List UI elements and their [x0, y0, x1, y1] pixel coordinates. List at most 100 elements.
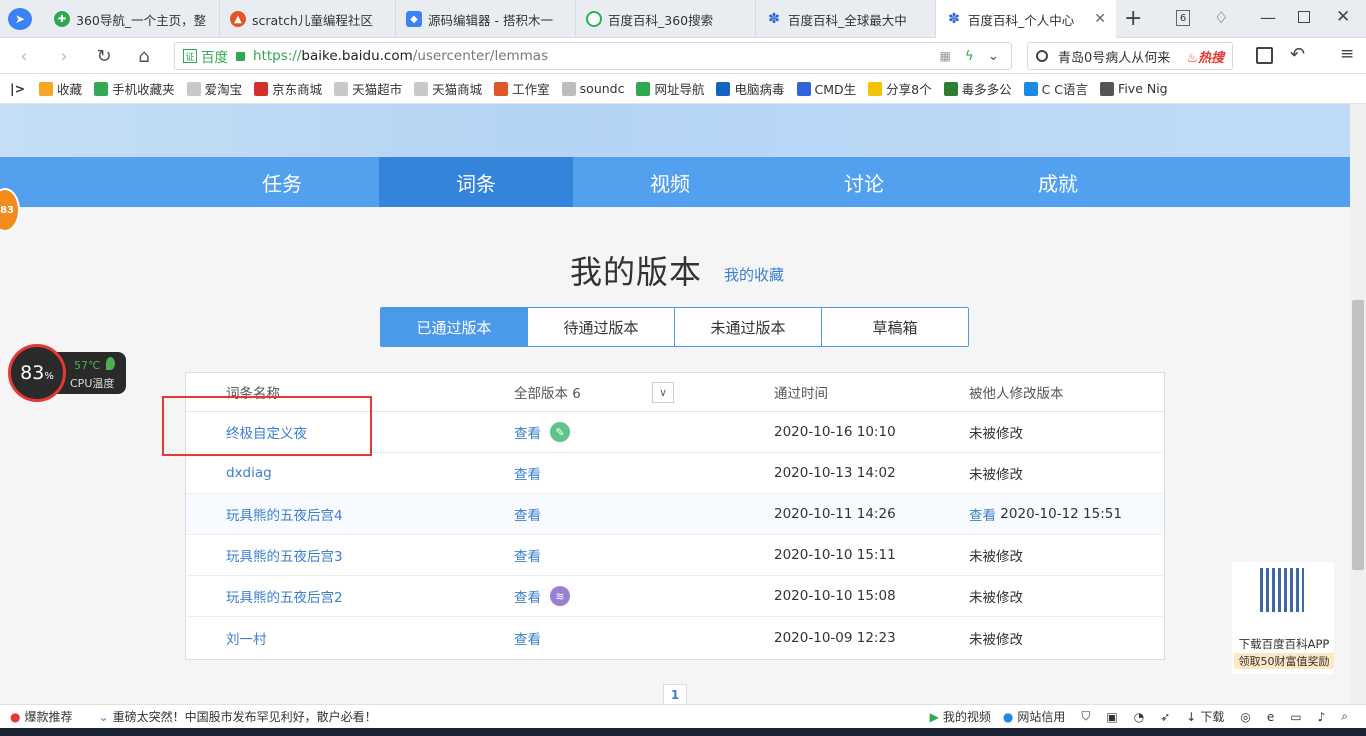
- view-link[interactable]: 查看: [514, 504, 541, 524]
- shirt-icon[interactable]: ♢: [1214, 8, 1228, 27]
- close-tab-icon[interactable]: ✕: [1094, 11, 1106, 27]
- address-bar[interactable]: 证 百度 https://baike.baidu.com/usercenter/…: [174, 42, 1012, 70]
- bookmark-item[interactable]: 收藏: [39, 79, 82, 98]
- lemma-name-link[interactable]: 玩具熊的五夜后宫3: [226, 535, 343, 575]
- tab-360search[interactable]: 百度百科_360搜索: [576, 0, 756, 38]
- browser-e-icon[interactable]: e: [1267, 710, 1274, 724]
- view-link[interactable]: 查看: [514, 628, 541, 648]
- bookmark-icon: [636, 81, 651, 96]
- site-trust-link[interactable]: 网站信用: [1017, 708, 1065, 725]
- menu-item-lemmas[interactable]: 词条: [379, 157, 573, 207]
- speed-icon[interactable]: ◔: [1134, 710, 1144, 724]
- windows-taskbar: [0, 728, 1366, 736]
- view-link[interactable]: 查看: [514, 586, 541, 606]
- lemma-name-link[interactable]: 玩具熊的五夜后宫2: [226, 576, 343, 616]
- menu-item-tasks[interactable]: 任务: [185, 157, 379, 207]
- bookmark-icon: [561, 81, 576, 96]
- my-video-link[interactable]: 我的视频: [943, 708, 991, 725]
- qr-text-download: 下载百度百科APP: [1238, 637, 1330, 651]
- bookmark-item[interactable]: CMD生: [796, 79, 856, 98]
- qr-code-icon[interactable]: ▦: [939, 49, 950, 63]
- sound-icon[interactable]: ♪: [1318, 710, 1326, 724]
- menu-icon[interactable]: ≡: [1340, 44, 1354, 64]
- bookmark-item[interactable]: 工作室: [494, 79, 550, 98]
- restore-icon[interactable]: [1298, 11, 1310, 23]
- menu-item-discussions[interactable]: 讨论: [767, 157, 961, 207]
- bookmark-item[interactable]: 电脑病毒: [716, 79, 785, 98]
- modified-view-link[interactable]: 查看: [969, 504, 996, 524]
- bookmark-item[interactable]: 网址导航: [636, 79, 704, 98]
- url-scheme: https://: [253, 48, 302, 64]
- tab-code-editor[interactable]: ◆ 源码编辑器 - 搭积木一: [396, 0, 576, 38]
- red-highlight-box: [162, 396, 372, 456]
- bookmark-icon: [186, 81, 201, 96]
- shield-icon[interactable]: ⛉: [1081, 709, 1090, 724]
- bookmark-item[interactable]: 京东商城: [254, 79, 322, 98]
- bookmark-item[interactable]: 天猫商城: [414, 79, 482, 98]
- app-download-promo[interactable]: 下载百度百科APP 领取50财富值奖励: [1232, 562, 1334, 674]
- image-icon[interactable]: ▣: [1106, 710, 1117, 724]
- view-link[interactable]: 查看: [514, 422, 541, 442]
- tab-360nav[interactable]: ✚ 360导航_一个主页，整: [44, 0, 220, 38]
- lemma-name-link[interactable]: 刘一村: [226, 617, 267, 658]
- lemma-name-link[interactable]: 玩具熊的五夜后宫4: [226, 494, 343, 534]
- cpu-temp: 57℃: [74, 359, 101, 372]
- tab-baike-home[interactable]: ✽ 百度百科_全球最大中: [756, 0, 936, 38]
- modified-cell: 查看 2020-10-12 15:51: [969, 494, 1122, 534]
- new-tab-icon[interactable]: +: [1124, 6, 1142, 31]
- search-box[interactable]: 青岛0号病人从何来 ♨热搜: [1027, 42, 1233, 70]
- scrollbar-thumb[interactable]: [1352, 300, 1364, 570]
- bookmark-item[interactable]: soundc: [561, 81, 624, 96]
- tab-baike-usercenter[interactable]: ✽ 百度百科_个人中心 ✕: [936, 0, 1116, 38]
- tab-pending[interactable]: 待通过版本: [528, 308, 675, 346]
- close-window-icon[interactable]: ✕: [1336, 7, 1350, 27]
- hot-search-label[interactable]: ♨热搜: [1186, 47, 1224, 66]
- hot-recommend-label[interactable]: 爆款推荐: [24, 708, 72, 725]
- tab-count-badge[interactable]: 6: [1176, 10, 1190, 26]
- tab-rejected[interactable]: 未通过版本: [675, 308, 822, 346]
- download-icon[interactable]: ↓: [1186, 710, 1196, 724]
- browser-logo-icon[interactable]: ➤: [8, 8, 32, 30]
- view-link[interactable]: 查看: [514, 545, 541, 565]
- tab-approved[interactable]: 已通过版本: [381, 308, 528, 346]
- game-icon[interactable]: ◎: [1240, 710, 1250, 724]
- bookmark-item[interactable]: 毒多多公: [943, 79, 1012, 98]
- lemma-name-link[interactable]: dxdiag: [226, 453, 272, 493]
- forward-icon[interactable]: ›: [52, 44, 76, 68]
- search-input[interactable]: 青岛0号病人从何来: [1058, 47, 1170, 66]
- main-menu: 任务 词条 视频 讨论 成就: [0, 157, 1350, 207]
- window-icon[interactable]: ▭: [1290, 710, 1301, 724]
- minimize-icon[interactable]: —: [1260, 8, 1276, 27]
- page-number-1[interactable]: 1: [663, 684, 687, 704]
- bookmark-item[interactable]: 爱淘宝: [186, 79, 242, 98]
- reload-icon[interactable]: ↻: [92, 44, 116, 68]
- news-ticker[interactable]: 重磅太突然！中国股市发布罕见利好，散户必看！: [113, 708, 377, 725]
- bookmark-item[interactable]: 分享8个: [868, 79, 932, 98]
- chevron-down-icon[interactable]: ⌄: [988, 48, 999, 64]
- sidebar-toggle-icon[interactable]: |>: [10, 81, 25, 96]
- rocket-icon[interactable]: ➶: [1160, 710, 1170, 724]
- bookmark-item[interactable]: C C语言: [1023, 79, 1088, 98]
- tab-icon: ✚: [54, 11, 70, 27]
- bookmark-item[interactable]: 天猫超市: [334, 79, 402, 98]
- home-icon[interactable]: ⌂: [132, 44, 156, 68]
- my-favorites-link[interactable]: 我的收藏: [724, 264, 784, 285]
- back-icon[interactable]: ‹: [12, 44, 36, 68]
- apps-grid-icon[interactable]: [1256, 47, 1273, 64]
- undo-icon[interactable]: ↶: [1290, 44, 1305, 65]
- tab-drafts[interactable]: 草稿箱: [822, 308, 968, 346]
- leaf-icon: [106, 357, 115, 370]
- cpu-monitor-widget[interactable]: 83% 57℃ CPU温度: [8, 344, 126, 402]
- versions-dropdown[interactable]: ∨: [652, 382, 674, 403]
- download-label[interactable]: 下载: [1200, 708, 1224, 725]
- zoom-icon[interactable]: ⌕: [1341, 709, 1348, 724]
- bookmark-item[interactable]: Five Nig: [1100, 81, 1168, 96]
- menu-item-videos[interactable]: 视频: [573, 157, 767, 207]
- menu-item-achievements[interactable]: 成就: [961, 157, 1155, 207]
- tab-scratch[interactable]: ▲ scratch儿童编程社区: [220, 0, 396, 38]
- lock-icon: [236, 51, 245, 61]
- bookmark-item[interactable]: 手机收藏夹: [94, 79, 175, 98]
- lightning-icon[interactable]: ϟ: [965, 48, 974, 64]
- view-link[interactable]: 查看: [514, 463, 541, 483]
- modified-status: 未被修改: [969, 467, 1023, 483]
